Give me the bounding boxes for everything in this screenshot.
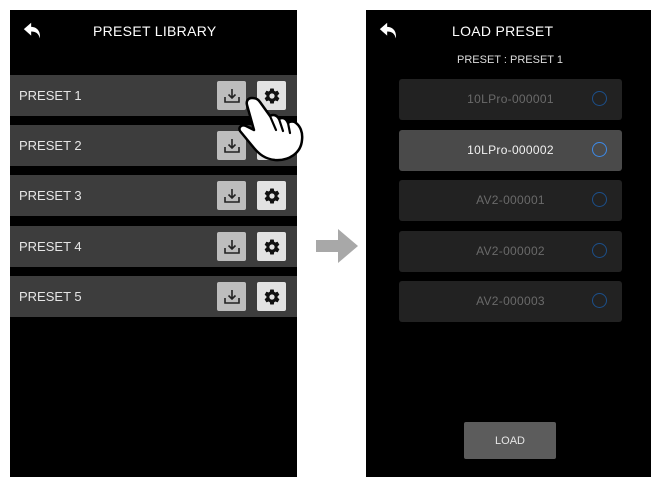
preset-file-name: AV2-000001 [476, 193, 545, 207]
preset-file-item[interactable]: AV2-000003 [399, 281, 622, 322]
preset-file-name: AV2-000002 [476, 244, 545, 258]
download-icon[interactable] [217, 282, 246, 311]
load-preset-screen: LOAD PRESET PRESET : PRESET 1 10LPro-000… [366, 10, 651, 477]
preset-file-item[interactable]: AV2-000002 [399, 231, 622, 272]
radio-button[interactable] [592, 91, 607, 106]
preset-label: PRESET 4 [19, 239, 82, 254]
undo-arrow-icon[interactable] [378, 20, 400, 42]
tapping-hand-icon [232, 90, 312, 170]
preset-row[interactable]: PRESET 3 [10, 175, 297, 216]
preset-file-item[interactable]: 10LPro-000001 [399, 79, 622, 120]
preset-library-screen: PRESET LIBRARY PRESET 1 PRESET 2 PRESET … [10, 10, 297, 477]
download-icon[interactable] [217, 181, 246, 210]
current-preset-label: PRESET : PRESET 1 [457, 54, 563, 66]
radio-button[interactable] [592, 293, 607, 308]
radio-button[interactable] [592, 142, 607, 157]
right-arrow-icon [316, 229, 358, 263]
gear-icon[interactable] [257, 232, 286, 261]
page-title: LOAD PRESET [452, 23, 554, 39]
preset-label: PRESET 5 [19, 289, 82, 304]
preset-file-item[interactable]: 10LPro-000002 [399, 130, 622, 171]
preset-label: PRESET 1 [19, 88, 82, 103]
gear-icon[interactable] [257, 282, 286, 311]
download-icon[interactable] [217, 232, 246, 261]
preset-file-item[interactable]: AV2-000001 [399, 180, 622, 221]
radio-button[interactable] [592, 243, 607, 258]
preset-row[interactable]: PRESET 5 [10, 276, 297, 317]
preset-label: PRESET 2 [19, 138, 82, 153]
preset-file-name: AV2-000003 [476, 294, 545, 308]
preset-file-name: 10LPro-000002 [467, 143, 554, 157]
gear-icon[interactable] [257, 181, 286, 210]
undo-arrow-icon[interactable] [22, 20, 44, 42]
page-title: PRESET LIBRARY [93, 23, 217, 39]
radio-button[interactable] [592, 192, 607, 207]
preset-label: PRESET 3 [19, 188, 82, 203]
preset-row[interactable]: PRESET 4 [10, 226, 297, 267]
preset-file-name: 10LPro-000001 [467, 92, 554, 106]
load-button[interactable]: LOAD [464, 422, 556, 459]
